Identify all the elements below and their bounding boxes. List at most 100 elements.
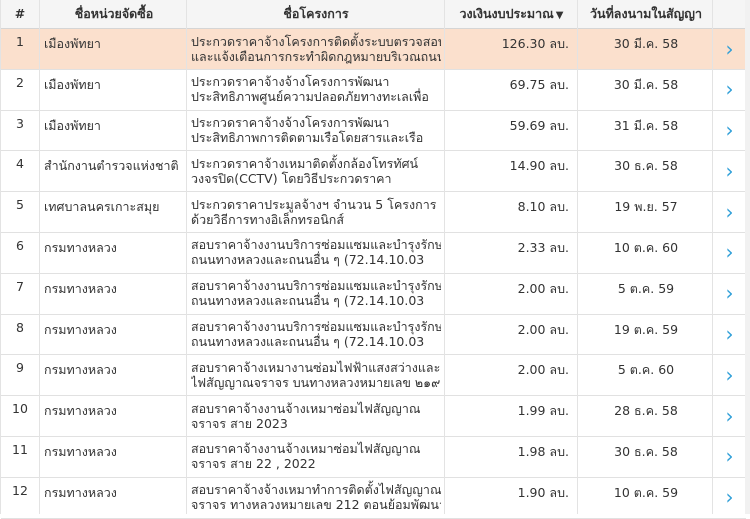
row-agency: กรมทางหลวง (44, 362, 117, 378)
row-date: 30 ธ.ค. 58 (614, 158, 678, 174)
header-budget[interactable]: วงเงินงบประมาณ ▼ (449, 0, 574, 28)
project-line-1: สอบราคาจ้างงานบริการซ่อมแซมและบำรุงรักษา (191, 278, 441, 294)
row-budget: 14.90 ลบ. (509, 158, 569, 174)
row-agency: กรมทางหลวง (44, 239, 117, 255)
row-number: 6 (16, 237, 24, 253)
project-line-2: วงจรปิด(CCTV) โดยวิธีประกวดราคา (191, 170, 392, 186)
project-line-2: ด้วยวิธีการทางอิเล็กทรอนิกส์ (191, 211, 344, 227)
table-row[interactable]: 12 กรมทางหลวง สอบราคาจ้างจ้างเหมาทำการติดต… (1, 478, 746, 519)
row-budget: 2.00 ลบ. (517, 280, 569, 296)
column-divider (186, 0, 187, 514)
chevron-right-icon[interactable]: › (713, 151, 746, 190)
chevron-right-icon[interactable]: › (713, 478, 746, 517)
project-line-1: สอบราคาจ้างเหมางานซ่อมไฟฟ้าแสงสว่างและ (191, 359, 441, 375)
row-date: 5 ต.ค. 59 (617, 280, 675, 296)
project-line-1: ประกวดราคาจ้างจ้างโครงการพัฒนา (191, 115, 390, 131)
row-agency: เมืองพัทยา (44, 36, 101, 51)
row-number: 3 (16, 115, 24, 131)
row-date: 30 มี.ค. 58 (613, 36, 679, 51)
project-line-1: สอบราคาจ้างงานจ้างเหมาซ่อมไฟสัญญาณ (191, 441, 421, 457)
row-number: 5 (16, 197, 24, 213)
project-line-2: และแจ้งเตือนการกระทำผิดกฎหมายบริเวณถนน (191, 48, 441, 64)
table-row[interactable]: 2 เมืองพัทยา ประกวดราคาจ้างจ้างโครงการพัฒน… (1, 70, 746, 111)
row-project: สอบราคาจ้างงานจ้างเหมาซ่อมไฟสัญญาณ จราจร … (191, 437, 441, 476)
row-agency: กรมทางหลวง (44, 484, 117, 500)
row-project: สอบราคาจ้างงานจ้างเหมาซ่อมไฟสัญญาณ จราจร … (191, 396, 441, 435)
row-date: 19 ต.ค. 59 (613, 321, 679, 337)
project-line-2: จราจร สาย 2023 (191, 415, 288, 431)
row-agency: กรมทางหลวง (44, 321, 117, 337)
row-project: สอบราคาจ้างงานบริการซ่อมแซมและบำรุงรักษา… (191, 233, 441, 272)
header-date[interactable]: วันที่ลงนามในสัญญา (581, 0, 711, 28)
row-budget: 126.30 ลบ. (501, 36, 569, 51)
table-header: # ชื่อหน่วยจัดซื้อ ชื่อโครงการ วงเงินงบป… (1, 0, 746, 29)
table-body: 1 เมืองพัทยา ประกวดราคาจ้างโครงการติดตั้งร… (1, 29, 746, 519)
project-line-2: ประสิทธิภาพศูนย์ความปลอดภัยทางทะเลเพื่อ (191, 89, 429, 105)
project-line-2: ถนนทางหลวงและถนนอื่น ๆ (72.14.10.03 (191, 252, 425, 268)
column-divider (39, 0, 40, 514)
chevron-right-icon[interactable]: › (713, 29, 746, 68)
row-project: สอบราคาจ้างจ้างเหมาทำการติดตั้งไฟสัญญาณจ… (191, 478, 441, 517)
table-row[interactable]: 5 เทศบาลนครเกาะสมุย ประกวดราคาประมูลจ้างฯ … (1, 192, 746, 233)
row-project: สอบราคาจ้างเหมางานซ่อมไฟฟ้าแสงสว่างและ ไฟ… (191, 355, 441, 394)
column-divider (444, 0, 445, 514)
chevron-right-icon[interactable]: › (713, 70, 746, 109)
sort-desc-icon: ▼ (555, 10, 564, 21)
column-divider (712, 0, 713, 514)
project-line-2: ไฟสัญญาณจราจร บนทางหลวงหมายเลข ๒๑๙ (191, 374, 441, 390)
row-agency: กรมทางหลวง (44, 443, 117, 459)
row-budget: 2.00 ลบ. (517, 321, 569, 337)
header-agency[interactable]: ชื่อหน่วยจัดซื้อ (44, 0, 184, 28)
row-date: 30 มี.ค. 58 (613, 76, 679, 92)
row-project: ประกวดราคาจ้างจ้างโครงการพัฒนา ประสิทธิภา… (191, 70, 441, 109)
header-project[interactable]: ชื่อโครงการ (191, 0, 441, 28)
row-agency: เมืองพัทยา (44, 76, 101, 92)
project-line-2: ถนนทางหลวงและถนนอื่น ๆ (72.14.10.03 (191, 334, 425, 350)
row-budget: 1.99 ลบ. (517, 403, 569, 419)
row-date: 10 ต.ค. 60 (613, 239, 679, 255)
chevron-right-icon[interactable]: › (713, 315, 746, 354)
chevron-right-icon[interactable]: › (713, 355, 746, 394)
chevron-right-icon[interactable]: › (713, 274, 746, 313)
row-number: 4 (16, 156, 24, 172)
table-row[interactable]: 9 กรมทางหลวง สอบราคาจ้างเหมางานซ่อมไฟฟ้าแส… (1, 355, 746, 397)
row-date: 31 มี.ค. 58 (613, 117, 679, 133)
table-row[interactable]: 1 เมืองพัทยา ประกวดราคาจ้างโครงการติดตั้งร… (1, 29, 746, 70)
project-line-2: ประสิทธิภาพการติดตามเรือโดยสารและเรือ (191, 130, 424, 146)
table-row[interactable]: 8 กรมทางหลวง สอบราคาจ้างงานบริการซ่อมแซมแล… (1, 315, 746, 356)
chevron-right-icon[interactable]: › (713, 111, 746, 150)
chevron-right-icon[interactable]: › (713, 437, 746, 476)
row-budget: 2.00 ลบ. (517, 362, 569, 378)
row-agency: สำนักงานตำรวจแห่งชาติ (44, 158, 179, 174)
table-row[interactable]: 10 กรมทางหลวง สอบราคาจ้างงานจ้างเหมาซ่อมไฟ… (1, 396, 746, 437)
chevron-right-icon[interactable]: › (713, 233, 746, 272)
table-row[interactable]: 4 สำนักงานตำรวจแห่งชาติ ประกวดราคาจ้างเหมา… (1, 151, 746, 193)
project-line-1: สอบราคาจ้างงานบริการซ่อมแซมและบำรุงรักษา (191, 319, 441, 335)
project-line-1: สอบราคาจ้างจ้างเหมาทำการติดตั้งไฟสัญญาณ (191, 482, 441, 498)
chevron-right-icon[interactable]: › (713, 396, 746, 435)
project-line-1: ประกวดราคาจ้างจ้างโครงการพัฒนา (191, 74, 390, 90)
row-project: ประกวดราคาประมูลจ้างฯ จำนวน 5 โครงการ ด้ว… (191, 192, 441, 231)
row-number: 2 (16, 74, 24, 90)
table-row[interactable]: 3 เมืองพัทยา ประกวดราคาจ้างจ้างโครงการพัฒน… (1, 111, 746, 152)
row-number: 11 (12, 441, 28, 457)
header-budget-label: วงเงินงบประมาณ (459, 6, 554, 21)
row-budget: 69.75 ลบ. (509, 76, 569, 92)
vertical-scrollbar[interactable] (745, 0, 750, 514)
project-line-2: จราจร สาย 22 , 2022 (191, 456, 316, 472)
table-row[interactable]: 11 กรมทางหลวง สอบราคาจ้างงานจ้างเหมาซ่อมไฟ… (1, 437, 746, 478)
header-num[interactable]: # (1, 0, 39, 28)
table-row[interactable]: 6 กรมทางหลวง สอบราคาจ้างงานบริการซ่อมแซมแล… (1, 233, 746, 274)
column-divider (577, 0, 578, 514)
row-agency: เทศบาลนครเกาะสมุย (44, 199, 160, 215)
row-agency: เมืองพัทยา (44, 117, 101, 133)
chevron-right-icon[interactable]: › (713, 192, 746, 231)
row-project: ประกวดราคาจ้างเหมาติดตั้งกล้องโทรทัศน์ วง… (191, 151, 441, 190)
row-number: 1 (16, 34, 24, 49)
row-budget: 2.33 ลบ. (517, 239, 569, 255)
row-number: 8 (16, 319, 24, 335)
project-line-1: สอบราคาจ้างงานบริการซ่อมแซมและบำรุงรักษา (191, 237, 441, 253)
project-line-1: สอบราคาจ้างงานจ้างเหมาซ่อมไฟสัญญาณ (191, 400, 421, 416)
project-line-2: จราจร ทางหลวงหมายเลข 212 ตอนย้อมพัฒนา (191, 497, 441, 513)
table-row[interactable]: 7 กรมทางหลวง สอบราคาจ้างงานบริการซ่อมแซมแล… (1, 274, 746, 315)
